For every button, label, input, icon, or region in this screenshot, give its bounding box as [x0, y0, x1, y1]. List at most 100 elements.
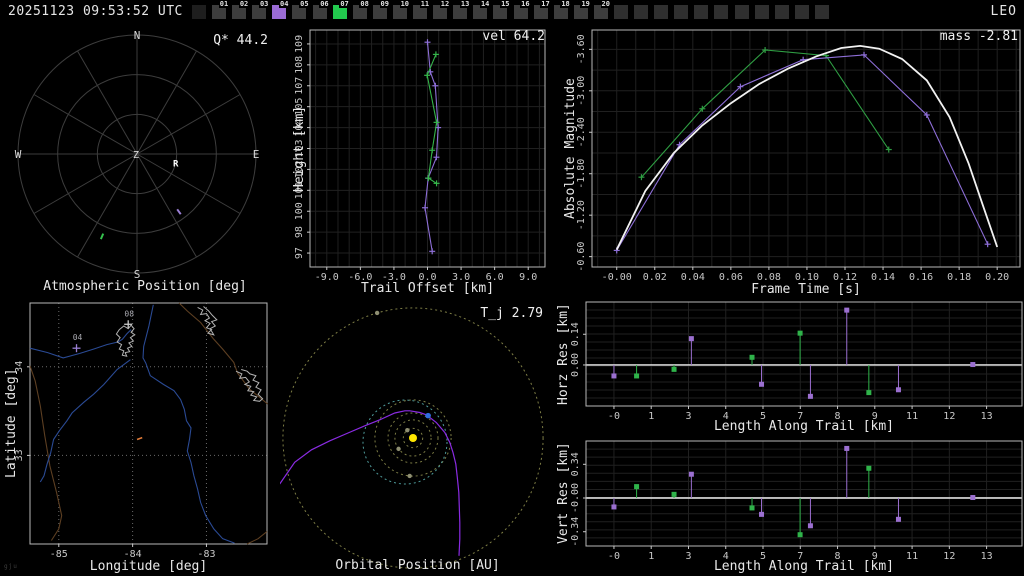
orbital-position-panel: T_j 2.79 Orbital Position [AU] [280, 296, 555, 576]
camera-slot[interactable]: 09 [370, 0, 390, 24]
horz-res-axis-label: Horz Res [km] [556, 302, 571, 406]
camera-slot-number: 03 [259, 0, 269, 8]
camera-slot-box[interactable] [674, 5, 688, 19]
orbital-position-plot [280, 296, 555, 576]
trail-offset-panel: -9.0-6.0-3.00.03.06.09.09798100101102103… [290, 24, 555, 296]
camera-slot-box[interactable] [815, 5, 829, 19]
q-stat: Q* 44.2 [213, 33, 268, 48]
svg-text:W: W [15, 148, 22, 161]
camera-slot[interactable] [631, 0, 651, 24]
camera-slot-number: 06 [319, 0, 329, 8]
camera-slot-box[interactable] [775, 5, 789, 19]
svg-text:-0.00: -0.00 [570, 483, 581, 513]
camera-slot[interactable]: 14 [470, 0, 490, 24]
camera-slot[interactable] [711, 0, 731, 24]
camera-slot[interactable]: 08 [350, 0, 370, 24]
fireball-monitor-app: 20251123 09:53:52 UTC 01 02 03 04 05 06 07 08 09… [0, 0, 1024, 576]
utc-timestamp: 20251123 09:53:52 UTC [8, 4, 183, 19]
residuals-plot: -013457891112130.000.14-01345789111213-0… [555, 296, 1024, 576]
camera-slot[interactable]: 19 [571, 0, 591, 24]
camera-slot-box[interactable] [634, 5, 648, 19]
magnitude-axis-label: Absolute Magnitude [563, 30, 578, 267]
camera-slot-number: 04 [279, 0, 289, 8]
camera-slot-number: 19 [580, 0, 590, 8]
svg-text:08: 08 [124, 309, 134, 318]
camera-slot[interactable] [691, 0, 711, 24]
camera-slot[interactable]: 05 [289, 0, 309, 24]
camera-slot-strip: 01 02 03 04 05 06 07 08 09 10 11 12 13 14 15 16 1718 19 20 [189, 0, 832, 24]
camera-slot-box[interactable] [654, 5, 668, 19]
atmospheric-position-plot: NSWEZR [0, 24, 290, 296]
camera-slot[interactable]: 11 [410, 0, 430, 24]
mass-stat: mass -2.81 [940, 29, 1018, 44]
camera-slot[interactable] [752, 0, 772, 24]
camera-slot[interactable]: 01 [209, 0, 229, 24]
camera-slot[interactable]: 06 [310, 0, 330, 24]
camera-slot[interactable]: 10 [390, 0, 410, 24]
camera-slot-number: 12 [440, 0, 450, 8]
svg-text:Z: Z [133, 150, 139, 161]
camera-slot-number: 20 [601, 0, 611, 8]
camera-slot-number: 13 [460, 0, 470, 8]
orbit-title: Orbital Position [AU] [280, 558, 555, 573]
camera-slot[interactable]: 12 [430, 0, 450, 24]
latitude-axis-label: Latitude [deg] [4, 303, 19, 544]
camera-slot-box[interactable] [694, 5, 708, 19]
camera-slot-number: 17 [540, 0, 550, 8]
camera-slot[interactable]: 02 [229, 0, 249, 24]
camera-slot[interactable]: 03 [249, 0, 269, 24]
camera-slot-number: 05 [299, 0, 309, 8]
camera-slot[interactable]: 04 [269, 0, 289, 24]
svg-text:R: R [173, 160, 179, 170]
camera-slot[interactable]: 15 [490, 0, 510, 24]
camera-slot-box[interactable] [714, 5, 728, 19]
camera-slot[interactable] [671, 0, 691, 24]
camera-slot-number: 09 [380, 0, 390, 8]
camera-slot[interactable] [732, 0, 752, 24]
camera-slot[interactable]: 17 [531, 0, 551, 24]
svg-text:0.00: 0.00 [570, 353, 581, 377]
svg-text:0.34: 0.34 [570, 452, 581, 476]
camera-slot[interactable]: 20 [591, 0, 611, 24]
camera-slot[interactable] [772, 0, 792, 24]
camera-slot[interactable]: 13 [450, 0, 470, 24]
trail-offset-axis-label: Trail Offset [km] [310, 281, 545, 296]
length-axis-label-1: Length Along Trail [km] [586, 419, 1022, 434]
camera-slot-box[interactable] [795, 5, 809, 19]
camera-slot[interactable]: 18 [551, 0, 571, 24]
camera-slot[interactable] [812, 0, 832, 24]
camera-slot-number: 10 [400, 0, 410, 8]
camera-slot-number: 07 [339, 0, 349, 8]
camera-slot-number: 11 [420, 0, 430, 8]
velocity-stat: vel 64.2 [482, 29, 545, 44]
light-curve-panel: -0.000.020.040.060.080.100.120.140.160.1… [555, 24, 1024, 296]
camera-slot[interactable] [792, 0, 812, 24]
ground-map-panel: -85-84-8333340408 Latitude [deg] Longitu… [0, 296, 280, 576]
camera-slot[interactable] [611, 0, 631, 24]
svg-text:0.14: 0.14 [570, 322, 581, 346]
camera-slot[interactable]: 07 [330, 0, 350, 24]
atmospheric-position-panel: NSWEZR Q* 44.2 Atmospheric Position [deg… [0, 24, 290, 296]
camera-slot-box[interactable] [735, 5, 749, 19]
watermark: gju [4, 563, 18, 570]
camera-slot-number: 08 [359, 0, 369, 8]
camera-slot-box[interactable] [755, 5, 769, 19]
height-axis-label: Height [km] [292, 30, 307, 267]
camera-slot-number: 14 [480, 0, 490, 8]
residuals-panel: -013457891112130.000.14-01345789111213-0… [555, 296, 1024, 576]
camera-slot-number: 16 [520, 0, 530, 8]
camera-slot-number: 15 [500, 0, 510, 8]
svg-text:-0.34: -0.34 [570, 517, 581, 547]
camera-slot-box[interactable] [614, 5, 628, 19]
tisserand-stat: T_j 2.79 [480, 306, 543, 321]
light-curve-plot: -0.000.020.040.060.080.100.120.140.160.1… [555, 24, 1024, 296]
camera-slot-number: 02 [239, 0, 249, 8]
camera-slot-box[interactable] [192, 5, 206, 19]
polar-title: Atmospheric Position [deg] [0, 279, 290, 294]
camera-slot[interactable] [651, 0, 671, 24]
camera-slot[interactable]: 16 [511, 0, 531, 24]
camera-slot[interactable] [189, 0, 209, 24]
vert-res-axis-label: Vert Res [km] [556, 441, 571, 546]
ground-map-plot: -85-84-8333340408 [0, 296, 280, 576]
longitude-axis-label: Longitude [deg] [30, 559, 267, 574]
